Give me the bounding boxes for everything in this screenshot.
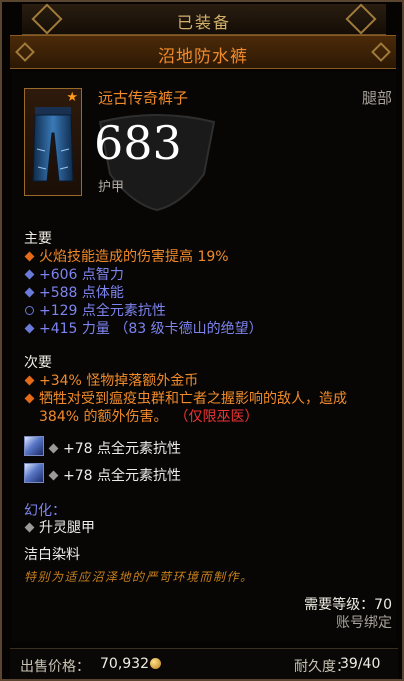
ancient-star-icon: ★ — [66, 90, 78, 105]
socket-bullet-icon — [48, 443, 59, 454]
primary-stat: +129 点全元素抗性 — [24, 300, 166, 320]
required-level: 需要等级：70 — [304, 597, 392, 613]
primary-stat: 火焰技能造成的伤害提高 19% — [24, 246, 229, 266]
item-tooltip: 已装备 沼地防水裤 ★ 远古传奇裤子 腿部 683 护甲 主要 火焰技能造成的伤… — [0, 0, 404, 681]
equipped-label: 已装备 — [176, 13, 231, 32]
primary-stat: +415 力量 （83 级卡德山的绝望） — [24, 318, 263, 338]
primary-stat: +588 点体能 — [24, 282, 124, 302]
secondary-label: 次要 — [24, 355, 52, 371]
legendary-bullet-icon — [24, 393, 35, 404]
class-restriction: （仅限巫医） — [181, 409, 259, 425]
armor-value: 683 — [94, 116, 182, 170]
sell-price-label: 出售价格： — [20, 659, 90, 675]
item-name-banner: 沼地防水裤 — [10, 35, 396, 69]
diamond-gem-icon[interactable] — [24, 436, 44, 456]
secondary-stat: +34% 怪物掉落额外金币 — [24, 370, 198, 390]
item-type: 远古传奇裤子 — [98, 89, 189, 107]
flavor-text: 特别为适应沼泽地的严苛环境而制作。 — [24, 570, 254, 584]
sell-price-value: 70,932 — [100, 656, 149, 672]
armor-label: 护甲 — [98, 180, 125, 195]
magic-bullet-icon — [24, 269, 35, 280]
durability-value: 39/40 — [340, 656, 381, 672]
magic-bullet-icon — [24, 287, 35, 298]
equipped-banner: 已装备 — [22, 3, 386, 35]
primary-label: 主要 — [24, 231, 52, 247]
gold-coin-icon — [150, 658, 161, 669]
secondary-stat: 牺牲对受到瘟疫虫群和亡者之握影响的敌人，造成 — [24, 388, 347, 408]
item-name: 沼地防水裤 — [158, 47, 248, 67]
tooltip-body: ★ 远古传奇裤子 腿部 683 护甲 主要 火焰技能造成的伤害提高 19% +6… — [12, 72, 396, 642]
account-bound: 账号绑定 — [336, 615, 392, 631]
socket-stat: +78 点全元素抗性 — [48, 438, 181, 458]
magic-bullet-icon — [24, 323, 35, 334]
secondary-stat-continued: 384% 的额外伤害。 （仅限巫医） — [39, 409, 259, 425]
primary-stat: +606 点智力 — [24, 264, 124, 284]
item-slot: 腿部 — [361, 89, 392, 107]
transmog-value: 升灵腿甲 — [24, 517, 95, 537]
socket-stat: +78 点全元素抗性 — [48, 465, 181, 485]
transmog-bullet-icon — [24, 522, 35, 533]
legendary-bullet-icon — [24, 375, 35, 386]
tooltip-footer: 出售价格： 70,932 耐久度： 39/40 — [10, 648, 398, 679]
diamond-gem-icon[interactable] — [24, 463, 44, 483]
item-icon-frame: ★ — [24, 88, 82, 196]
enchanted-ring-icon — [25, 306, 34, 315]
legendary-bullet-icon — [24, 251, 35, 262]
dye-name: 洁白染料 — [24, 547, 80, 563]
socket-bullet-icon — [48, 470, 59, 481]
